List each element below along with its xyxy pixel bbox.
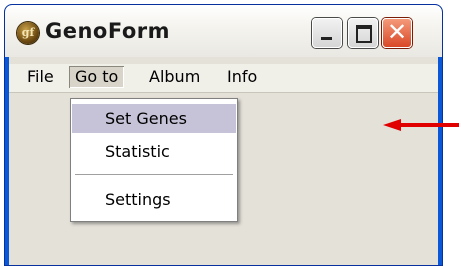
menu-item-set-genes[interactable]: Set Genes bbox=[72, 104, 236, 133]
menu-album[interactable]: Album bbox=[149, 66, 200, 88]
menu-go-to[interactable]: Go to bbox=[69, 66, 125, 88]
red-arrow-icon bbox=[383, 119, 459, 131]
app-icon[interactable]: gf bbox=[17, 22, 39, 44]
menu-info[interactable]: Info bbox=[227, 66, 257, 88]
go-to-dropdown-menu: Set Genes Statistic Settings bbox=[70, 98, 238, 222]
menu-item-label: Statistic bbox=[105, 142, 170, 161]
minimize-button[interactable] bbox=[312, 18, 342, 48]
minimize-icon bbox=[321, 37, 332, 40]
menu-item-label: Set Genes bbox=[105, 109, 187, 128]
menu-item-settings[interactable]: Settings bbox=[72, 185, 236, 214]
title-bar[interactable]: gf GenoForm ✕ bbox=[5, 5, 442, 57]
close-button[interactable]: ✕ bbox=[382, 18, 412, 48]
window-title: GenoForm bbox=[45, 19, 171, 43]
maximize-icon bbox=[356, 25, 372, 43]
close-icon: ✕ bbox=[386, 18, 408, 46]
maximize-button[interactable] bbox=[348, 18, 378, 48]
menu-item-statistic[interactable]: Statistic bbox=[72, 137, 236, 166]
menu-separator bbox=[75, 174, 233, 175]
menu-file[interactable]: File bbox=[27, 66, 54, 88]
menu-bar: File Go to Album Info bbox=[9, 64, 438, 93]
menu-item-label: Settings bbox=[105, 190, 171, 209]
